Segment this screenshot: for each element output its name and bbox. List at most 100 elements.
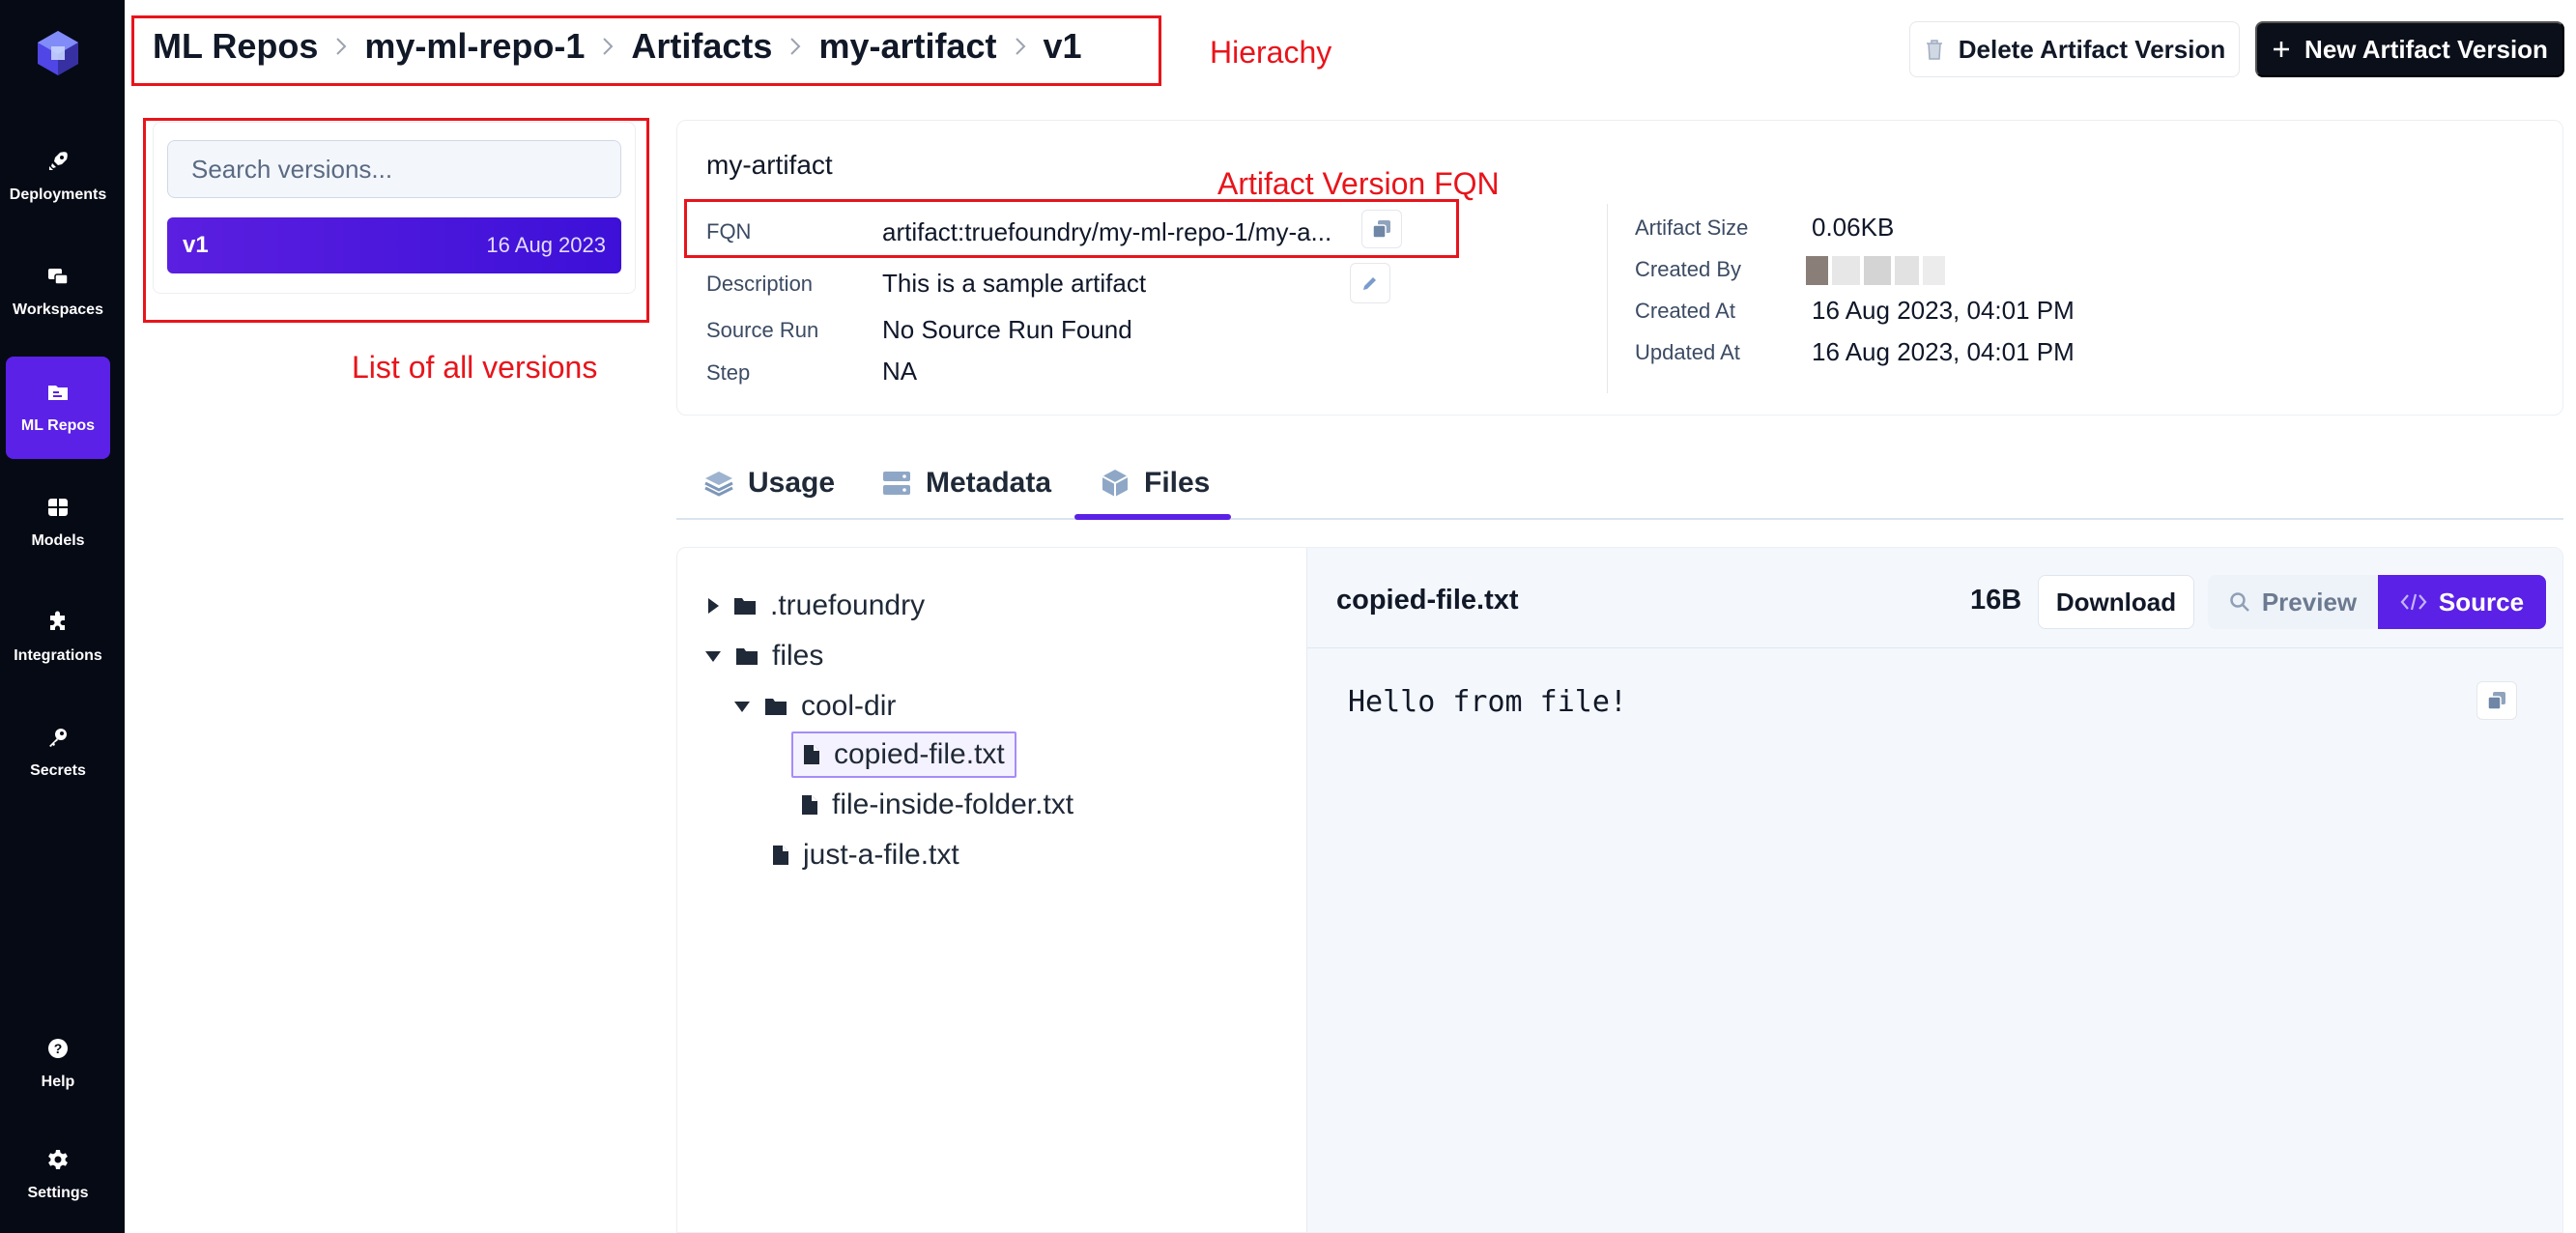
tree-item-label: cool-dir bbox=[801, 690, 897, 722]
tree-file-copied-file[interactable]: copied-file.txt bbox=[791, 731, 1016, 778]
box-icon bbox=[1102, 470, 1129, 497]
source-run-value: No Source Run Found bbox=[882, 315, 1132, 344]
description-value: This is a sample artifact bbox=[882, 269, 1147, 298]
new-artifact-version-button[interactable]: New Artifact Version bbox=[2255, 21, 2564, 77]
workspace-icon bbox=[48, 269, 69, 285]
tree-item-label: copied-file.txt bbox=[834, 738, 1005, 770]
created-by-label: Created By bbox=[1635, 257, 1742, 281]
sidebar-item-deployments[interactable]: Deployments bbox=[6, 126, 110, 228]
sidebar: Deployments Workspaces ML Repos Models I… bbox=[0, 0, 125, 1233]
source-toggle-button[interactable]: Source bbox=[2378, 575, 2546, 629]
fqn-annotation-label: Artifact Version FQN bbox=[1217, 166, 1500, 201]
description-label: Description bbox=[706, 272, 814, 296]
folder-icon bbox=[48, 386, 68, 400]
created-by-avatar bbox=[1806, 256, 1945, 285]
folder-icon bbox=[765, 699, 787, 715]
sidebar-item-integrations[interactable]: Integrations bbox=[6, 587, 110, 689]
help-icon: ? bbox=[48, 1039, 68, 1058]
tab-label: Metadata bbox=[926, 467, 1052, 499]
file-content: Hello from file! bbox=[1348, 685, 1627, 719]
plus-icon bbox=[2274, 42, 2290, 57]
versions-annotation-box bbox=[143, 118, 649, 323]
artifact-size-label: Artifact Size bbox=[1635, 215, 1749, 240]
sidebar-item-label: Deployments bbox=[9, 186, 107, 203]
source-toggle-label: Source bbox=[2438, 587, 2525, 616]
tree-folder-cool-dir[interactable]: cool-dir bbox=[733, 685, 896, 728]
gear-icon bbox=[48, 1150, 68, 1169]
sidebar-item-help[interactable]: ? Help bbox=[6, 1013, 110, 1115]
trash-icon bbox=[1926, 40, 1942, 60]
layers-icon bbox=[704, 472, 733, 497]
artifact-name: my-artifact bbox=[706, 150, 833, 180]
artifact-tabs: Usage Metadata Files bbox=[676, 446, 2563, 520]
preview-file-size: 16B bbox=[1970, 585, 2022, 616]
copy-icon bbox=[2487, 692, 2505, 710]
truefoundry-logo-icon[interactable] bbox=[36, 29, 80, 77]
search-icon bbox=[2230, 592, 2249, 612]
view-mode-toggle: Preview Source bbox=[2208, 575, 2546, 629]
sidebar-item-ml-repos[interactable]: ML Repos bbox=[6, 357, 110, 459]
sidebar-item-label: Settings bbox=[27, 1185, 89, 1201]
sidebar-item-label: Integrations bbox=[14, 647, 102, 664]
active-tab-indicator bbox=[1074, 514, 1231, 520]
tab-usage[interactable]: Usage bbox=[703, 446, 835, 520]
puzzle-icon bbox=[50, 611, 65, 630]
updated-at-value: 16 Aug 2023, 04:01 PM bbox=[1812, 337, 2075, 366]
folder-icon bbox=[734, 598, 756, 615]
sidebar-item-label: ML Repos bbox=[20, 417, 96, 434]
hierarchy-annotation-box bbox=[131, 15, 1161, 86]
tab-files[interactable]: Files bbox=[1100, 446, 1210, 520]
hierarchy-annotation-label: Hierachy bbox=[1210, 35, 1332, 70]
file-icon bbox=[773, 846, 788, 865]
sidebar-item-label: Models bbox=[31, 532, 85, 549]
rocket-icon bbox=[49, 152, 68, 170]
sidebar-item-secrets[interactable]: Secrets bbox=[6, 702, 110, 804]
preview-toggle-button[interactable]: Preview bbox=[2208, 575, 2378, 629]
key-icon bbox=[49, 729, 67, 747]
versions-annotation-label: List of all versions bbox=[352, 350, 598, 385]
pencil-icon bbox=[1363, 277, 1376, 290]
fqn-annotation-box bbox=[684, 199, 1459, 258]
step-label: Step bbox=[706, 360, 751, 385]
sidebar-item-label: Help bbox=[41, 1074, 75, 1090]
sidebar-item-workspaces[interactable]: Workspaces bbox=[6, 241, 110, 343]
file-browser: .truefoundry files cool-dir copied-file.… bbox=[676, 547, 2563, 1233]
new-artifact-version-label: New Artifact Version bbox=[2304, 34, 2548, 64]
step-value: NA bbox=[882, 357, 918, 386]
server-icon bbox=[883, 472, 910, 495]
divider bbox=[1607, 204, 1608, 393]
tree-item-label: .truefoundry bbox=[770, 589, 926, 621]
edit-description-button[interactable] bbox=[1350, 263, 1390, 303]
grid-icon bbox=[48, 499, 68, 516]
sidebar-item-label: Secrets bbox=[30, 762, 86, 779]
caret-right-icon bbox=[708, 598, 719, 614]
tree-file-just-a-file[interactable]: just-a-file.txt bbox=[772, 834, 959, 876]
file-preview-pane: copied-file.txt 16B Download Preview Sou… bbox=[1306, 548, 2562, 1232]
tree-folder-truefoundry[interactable]: .truefoundry bbox=[706, 585, 925, 627]
sidebar-item-models[interactable]: Models bbox=[6, 472, 110, 574]
tree-item-label: file-inside-folder.txt bbox=[832, 789, 1074, 820]
tree-item-label: just-a-file.txt bbox=[803, 839, 959, 871]
preview-toggle-label: Preview bbox=[2261, 587, 2358, 616]
tab-metadata[interactable]: Metadata bbox=[881, 446, 1051, 520]
created-at-label: Created At bbox=[1635, 299, 1735, 323]
artifact-details-card: my-artifact FQN artifact:truefoundry/my-… bbox=[676, 120, 2563, 416]
copy-content-button[interactable] bbox=[2476, 681, 2517, 720]
file-icon bbox=[804, 745, 819, 764]
source-run-label: Source Run bbox=[706, 318, 819, 342]
updated-at-label: Updated At bbox=[1635, 340, 1740, 364]
tree-file-file-inside-folder[interactable]: file-inside-folder.txt bbox=[801, 784, 1073, 826]
sidebar-item-settings[interactable]: Settings bbox=[6, 1124, 110, 1226]
artifact-size-value: 0.06KB bbox=[1812, 213, 1895, 242]
delete-artifact-version-button[interactable]: Delete Artifact Version bbox=[1909, 21, 2240, 77]
file-preview-header: copied-file.txt 16B Download Preview Sou… bbox=[1307, 548, 2562, 648]
tab-label: Usage bbox=[748, 467, 836, 499]
tab-label: Files bbox=[1144, 467, 1211, 499]
preview-filename: copied-file.txt bbox=[1336, 585, 1519, 616]
tree-folder-files[interactable]: files bbox=[704, 635, 823, 677]
folder-icon bbox=[736, 648, 758, 665]
tree-item-label: files bbox=[772, 640, 824, 672]
svg-text:?: ? bbox=[54, 1041, 63, 1056]
caret-down-icon bbox=[734, 702, 750, 712]
download-button[interactable]: Download bbox=[2038, 575, 2194, 629]
